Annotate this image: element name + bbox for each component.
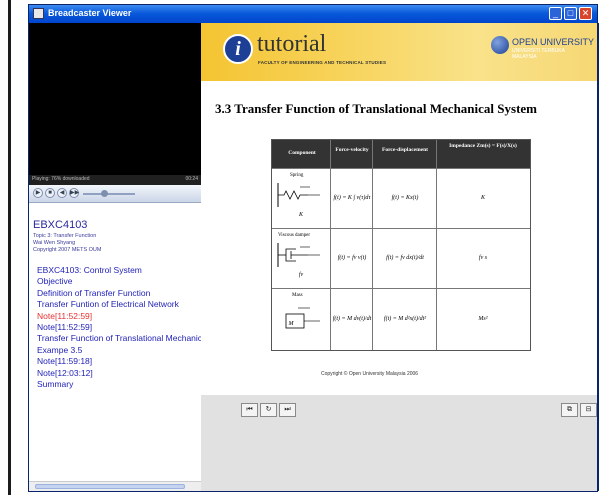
page-left-border <box>8 0 11 495</box>
banner-faculty: FACULTY OF ENGINEERING AND TECHNICAL STU… <box>258 60 387 65</box>
toc-item[interactable]: EBXC4103: Control System <box>37 265 207 276</box>
video-area[interactable] <box>29 23 201 175</box>
header-component: Component <box>288 150 316 156</box>
open-university-name: OPEN UNIVERSITY <box>512 37 595 47</box>
mass-symbol <box>285 307 320 329</box>
left-panel: Playing: 76% downloaded 00:24 ▶ ■ ◀ ▶▶ E… <box>29 23 207 491</box>
component-name: Mass <box>292 293 303 298</box>
info-icon: i <box>223 34 253 64</box>
toc-item[interactable]: Summary <box>37 379 207 390</box>
open-university-sub2: MALAYSIA <box>512 54 537 60</box>
play-button[interactable]: ▶ <box>33 188 43 198</box>
toc-item[interactable]: Transfer Funtion of Electrical Network <box>37 299 207 310</box>
component-name: Viscous damper <box>278 233 311 238</box>
slide-title: 3.3 Transfer Function of Translational M… <box>215 101 537 116</box>
window-right-border <box>597 23 599 491</box>
close-button[interactable]: ✕ <box>579 7 592 20</box>
forward-button[interactable]: ▶▶ <box>69 188 79 198</box>
course-code: EBXC4103 <box>33 219 88 231</box>
header-force-velocity: Force-velocity <box>335 147 369 153</box>
slide-panel: i tutorial FACULTY OF ENGINEERING AND TE… <box>201 23 597 395</box>
title-bar[interactable]: Breadcaster Viewer _ □ ✕ <box>29 5 597 23</box>
toc-item[interactable]: Transfer Function of Translational Mecha… <box>37 333 207 344</box>
impedance-cell: Ms² <box>478 316 488 322</box>
minimize-button[interactable]: _ <box>549 7 562 20</box>
course-author: Wai Wen Shyang <box>33 240 76 246</box>
horizontal-scrollbar[interactable] <box>29 481 201 491</box>
slide-controls-area: ⏮ ↻ ⏭ ⧉ ⊟ <box>201 395 597 491</box>
component-parameter: K <box>298 212 303 218</box>
volume-slider[interactable] <box>83 193 135 195</box>
col-divider <box>330 140 331 350</box>
viewer-window: Breadcaster Viewer _ □ ✕ Playing: 76% do… <box>28 4 599 492</box>
force-displacement-cell: f(t) = M d²x(t)/dt² <box>383 316 427 322</box>
force-displacement-cell: f(t) = fv dx(t)/dt <box>386 255 424 261</box>
toc-item[interactable]: Note[11:52:59] <box>37 322 207 333</box>
window-title: Breadcaster Viewer <box>48 8 132 18</box>
banner-tutorial-word: tutorial <box>257 31 327 57</box>
header-impedance: Impedance Zm(s) = F(s)/X(s) <box>449 143 517 149</box>
toc-item[interactable]: Note[11:59:18] <box>37 356 207 367</box>
replay-button[interactable]: ↻ <box>260 403 277 417</box>
col-divider <box>436 140 437 350</box>
rewind-button[interactable]: ◀ <box>57 188 67 198</box>
playback-time: 00:24 <box>185 176 198 182</box>
stop-button[interactable]: ■ <box>45 188 55 198</box>
table-header: Component Force-velocity Force-displacem… <box>272 140 530 168</box>
damper-symbol <box>277 243 320 267</box>
next-slide-button[interactable]: ⏭ <box>279 403 296 417</box>
course-copyright: Copyright 2007 METS OUM <box>33 247 102 253</box>
toc-item[interactable]: Note[12:03:12] <box>37 368 207 379</box>
force-velocity-cell: f(t) = K ∫ v(τ)dτ <box>333 195 371 201</box>
toc-item[interactable]: Definition of Transfer Function <box>37 288 207 299</box>
player-status-bar: Playing: 76% downloaded 00:24 <box>29 175 201 185</box>
app-icon <box>33 8 44 19</box>
impedance-table: Component Force-velocity Force-displacem… <box>271 139 531 351</box>
component-name: Spring <box>290 173 304 178</box>
open-university-logo-icon <box>491 36 509 54</box>
maximize-button[interactable]: □ <box>564 7 577 20</box>
slide-nav-buttons: ⏮ ↻ ⏭ <box>241 403 296 417</box>
player-controls: ▶ ■ ◀ ▶▶ <box>29 185 201 203</box>
toc-item[interactable]: Note[11:52:59] <box>37 311 207 322</box>
previous-slide-button[interactable]: ⏮ <box>241 403 258 417</box>
impedance-cell: fv s <box>478 255 488 261</box>
force-velocity-cell: f(t) = M dv(t)/dt <box>332 316 372 322</box>
playback-status: Playing: 76% downloaded <box>32 176 90 182</box>
force-displacement-cell: f(t) = Kx(t) <box>391 195 419 201</box>
impedance-cell: K <box>480 195 485 201</box>
course-topic: Topic 3: Transfer Function <box>33 233 97 239</box>
scrollbar-thumb[interactable] <box>35 484 185 489</box>
component-parameter: fv <box>298 272 304 278</box>
popout-button[interactable]: ⧉ <box>561 403 578 417</box>
toc-item[interactable]: Objective <box>37 276 207 287</box>
header-force-displacement: Force-displacement <box>381 147 429 153</box>
row-divider <box>272 228 530 229</box>
slide-copyright: Copyright © Open University Malaysia 200… <box>321 371 419 377</box>
force-velocity-cell: f(t) = fv v(t) <box>337 255 367 261</box>
table-of-contents: EBXC4103: Control System Objective Definit… <box>37 265 207 390</box>
row-divider <box>272 168 530 169</box>
col-divider <box>372 140 373 350</box>
volume-knob[interactable] <box>101 190 108 197</box>
component-parameter: M <box>288 321 294 327</box>
row-divider <box>272 288 530 289</box>
layout-button[interactable]: ⊟ <box>580 403 597 417</box>
toc-item[interactable]: Exampe 3.5 <box>37 345 207 356</box>
view-buttons: ⧉ ⊟ <box>561 403 597 417</box>
tutorial-banner: i tutorial FACULTY OF ENGINEERING AND TE… <box>201 23 597 81</box>
spring-symbol <box>277 183 320 207</box>
